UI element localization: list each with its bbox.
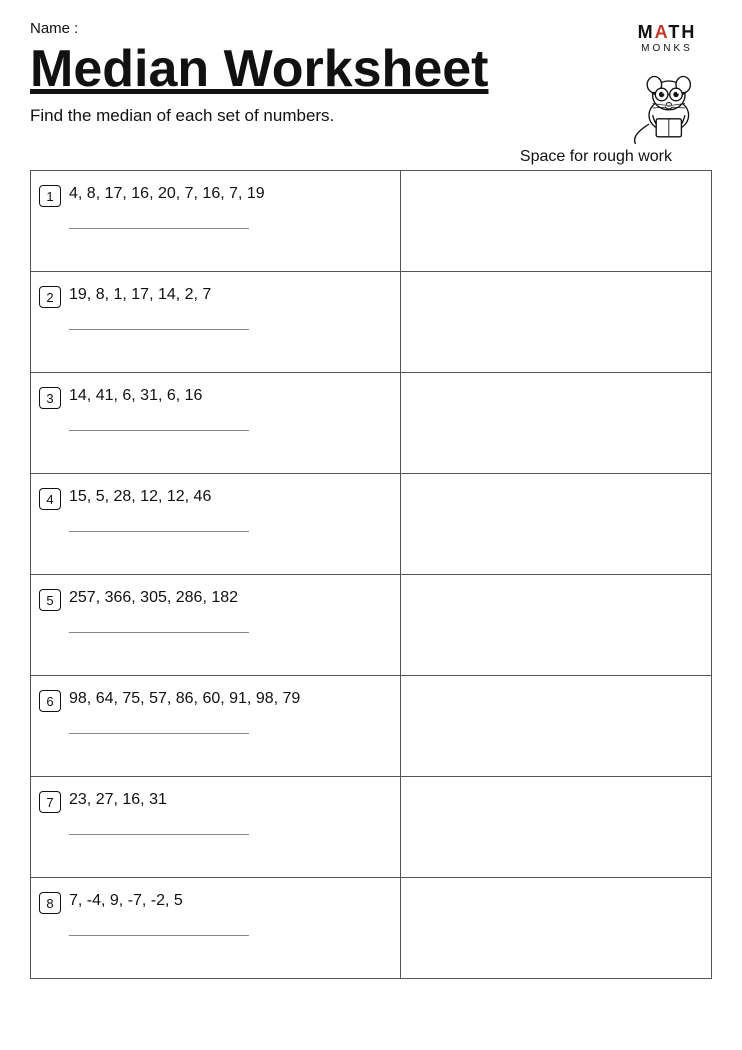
- mouse-illustration: [622, 54, 712, 144]
- rough-work-cell-3: [401, 373, 712, 474]
- rough-work-cell-6: [401, 676, 712, 777]
- problem-text-4: 15, 5, 28, 12, 12, 46: [69, 486, 390, 508]
- rough-work-label: Space for rough work: [520, 148, 672, 166]
- problem-text-6: 98, 64, 75, 57, 86, 60, 91, 98, 79: [69, 688, 390, 710]
- problem-number-8: 8: [39, 892, 61, 914]
- problem-cell-1: 1 4, 8, 17, 16, 20, 7, 16, 7, 19: [31, 171, 400, 271]
- name-label: Name :: [30, 20, 488, 37]
- answer-line-4: [69, 528, 249, 532]
- answer-line-1: [69, 225, 249, 229]
- problem-number-1: 1: [39, 185, 61, 207]
- problem-number-4: 4: [39, 488, 61, 510]
- problem-cell-5: 5 257, 366, 305, 286, 182: [31, 575, 400, 675]
- rough-work-cell-4: [401, 474, 712, 575]
- problem-text-5: 257, 366, 305, 286, 182: [69, 587, 390, 609]
- problem-number-6: 6: [39, 690, 61, 712]
- logo-area: MATH MONKS: [622, 20, 712, 144]
- problem-cell-6: 6 98, 64, 75, 57, 86, 60, 91, 98, 79: [31, 676, 400, 776]
- problem-cell-7: 7 23, 27, 16, 31: [31, 777, 400, 877]
- answer-line-7: [69, 831, 249, 835]
- problem-number-3: 3: [39, 387, 61, 409]
- problem-text-7: 23, 27, 16, 31: [69, 789, 390, 811]
- problem-number-2: 2: [39, 286, 61, 308]
- problem-text-8: 7, -4, 9, -7, -2, 5: [69, 890, 390, 912]
- problem-number-5: 5: [39, 589, 61, 611]
- problem-text-2: 19, 8, 1, 17, 14, 2, 7: [69, 284, 390, 306]
- logo-math: MATH: [638, 22, 697, 43]
- rough-work-cell-5: [401, 575, 712, 676]
- logo-monks: MONKS: [638, 43, 697, 54]
- rough-work-cell-1: [401, 171, 712, 272]
- rough-work-cell-2: [401, 272, 712, 373]
- problem-text-3: 14, 41, 6, 31, 6, 16: [69, 385, 390, 407]
- subtitle: Find the median of each set of numbers.: [30, 106, 488, 126]
- problem-cell-4: 4 15, 5, 28, 12, 12, 46: [31, 474, 400, 574]
- answer-line-2: [69, 326, 249, 330]
- problem-text-1: 4, 8, 17, 16, 20, 7, 16, 7, 19: [69, 183, 390, 205]
- answer-line-3: [69, 427, 249, 431]
- problem-cell-8: 8 7, -4, 9, -7, -2, 5: [31, 878, 400, 978]
- logo-a: A: [655, 22, 669, 42]
- logo: MATH MONKS: [638, 22, 697, 54]
- answer-line-8: [69, 932, 249, 936]
- problem-number-7: 7: [39, 791, 61, 813]
- problem-cell-2: 2 19, 8, 1, 17, 14, 2, 7: [31, 272, 400, 372]
- answer-line-6: [69, 730, 249, 734]
- problems-table: 1 4, 8, 17, 16, 20, 7, 16, 7, 19 2 19, 8, 1…: [30, 170, 712, 979]
- header-section: Name : Median Worksheet Find the median …: [30, 20, 712, 144]
- header-left: Name : Median Worksheet Find the median …: [30, 20, 488, 136]
- rough-work-cell-8: [401, 878, 712, 979]
- rough-work-cell-7: [401, 777, 712, 878]
- answer-line-5: [69, 629, 249, 633]
- problem-cell-3: 3 14, 41, 6, 31, 6, 16: [31, 373, 400, 473]
- rough-work-header: Space for rough work: [30, 148, 712, 166]
- page-title: Median Worksheet: [30, 41, 488, 98]
